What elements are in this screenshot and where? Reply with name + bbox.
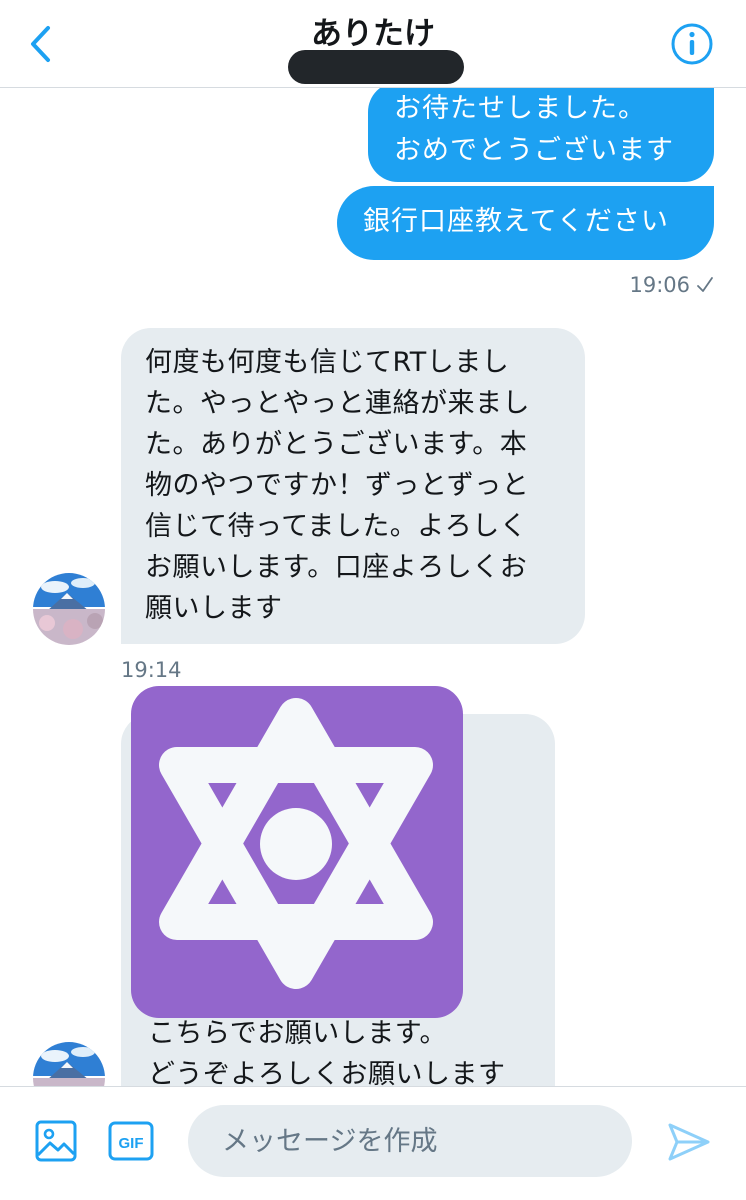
- check-icon: [697, 277, 713, 292]
- message-input[interactable]: [188, 1105, 632, 1177]
- image-icon: [35, 1120, 77, 1162]
- avatar[interactable]: [33, 1042, 105, 1086]
- avatar-image: [33, 573, 105, 645]
- message-composer: GIF: [0, 1086, 746, 1200]
- media-image[interactable]: [131, 686, 463, 1018]
- info-button[interactable]: [670, 22, 714, 66]
- outgoing-message[interactable]: 銀行口座教えてください: [337, 186, 714, 260]
- gif-label: GIF: [119, 1135, 144, 1152]
- outgoing-message[interactable]: お待たせしました。 おめでとうございます: [368, 88, 714, 182]
- message-text: 銀行口座教えてください: [363, 206, 669, 237]
- add-photo-button[interactable]: [34, 1119, 78, 1163]
- message-text: お待たせしました。 おめでとうございます: [394, 93, 674, 166]
- send-button[interactable]: [666, 1119, 712, 1165]
- incoming-message[interactable]: 何度も何度も信じてRTしまし た。やっとやっと連絡が来まし た。ありがとうござい…: [121, 328, 585, 644]
- avatar[interactable]: [33, 573, 105, 645]
- gif-icon: GIF: [108, 1121, 154, 1161]
- info-icon: [671, 23, 713, 65]
- message-thread[interactable]: お待たせしました。 おめでとうございます 銀行口座教えてください 19:06 何…: [0, 88, 746, 1086]
- send-icon: [668, 1123, 710, 1161]
- timestamp-text: 19:06: [629, 273, 690, 297]
- media-caption: こちらでお願いします。 どうぞよろしくお願いします: [148, 1018, 506, 1086]
- redacted-username: [288, 50, 464, 84]
- message-text: 何度も何度も信じてRTしまし た。やっとやっと連絡が来まし た。ありがとうござい…: [145, 347, 530, 624]
- message-timestamp: 19:14: [121, 658, 182, 682]
- conversation-title: ありたけ: [311, 16, 435, 52]
- star-of-david-icon: [159, 698, 433, 989]
- conversation-header: ありたけ: [0, 0, 746, 88]
- message-timestamp: 19:06: [629, 273, 714, 297]
- avatar-image: [33, 1042, 105, 1086]
- add-gif-button[interactable]: GIF: [108, 1119, 154, 1163]
